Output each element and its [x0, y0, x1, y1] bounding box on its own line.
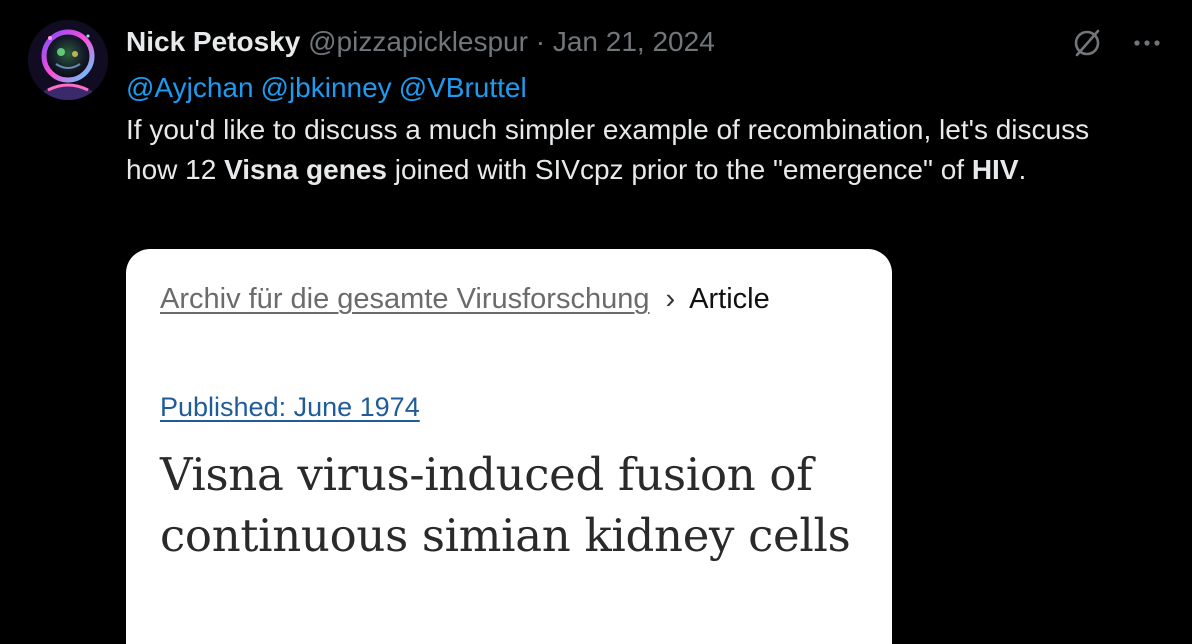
meta-separator: · [535, 26, 546, 57]
tweet-body-text: . [1018, 154, 1027, 185]
hide-button[interactable] [1070, 26, 1104, 60]
hide-slash-circle-icon [1074, 29, 1100, 57]
mention-link[interactable]: @jbkinney [261, 72, 392, 103]
tweet-content: Nick Petosky @pizzapicklespur · Jan 21, … [126, 24, 1126, 190]
breadcrumb-current: Article [689, 283, 770, 315]
tweet-body-text: joined with SIVcpz prior to the "emergen… [386, 154, 972, 185]
tweet-body: If you'd like to discuss a much simpler … [126, 110, 1126, 190]
chevron-right-icon: › [665, 283, 676, 315]
tweet-body-bold: Visna genes [224, 154, 387, 185]
mention-link[interactable]: @Ayjchan [126, 72, 254, 103]
attached-article-image[interactable]: Archiv für die gesamte Virusforschung › Ar… [126, 249, 892, 644]
more-button[interactable] [1130, 26, 1164, 60]
tweet-date[interactable]: Jan 21, 2024 [553, 26, 715, 57]
tweet-actions-top [1070, 26, 1164, 60]
author-handle[interactable]: @pizzapicklespur [308, 26, 528, 57]
tweet-body-bold: HIV [971, 154, 1019, 185]
astronaut-helmet-avatar-icon [28, 20, 108, 100]
author-display-name[interactable]: Nick Petosky [126, 26, 300, 57]
reply-mentions: @Ayjchan @jbkinney @VBruttel [126, 70, 1126, 106]
tweet-header: Nick Petosky @pizzapicklespur · Jan 21, … [126, 24, 1126, 60]
tweet: Nick Petosky @pizzapicklespur · Jan 21, … [0, 0, 1192, 644]
article-title: Visna virus-induced fusion of continuous… [160, 448, 851, 562]
breadcrumb: Archiv für die gesamte Virusforschung › Ar… [160, 281, 770, 317]
published-date-link[interactable]: Published: June 1974 [160, 390, 420, 424]
breadcrumb-journal-link[interactable]: Archiv für die gesamte Virusforschung [160, 283, 649, 315]
more-dots-icon [1134, 40, 1160, 46]
avatar[interactable] [28, 20, 108, 100]
mention-link[interactable]: @VBruttel [399, 72, 527, 103]
